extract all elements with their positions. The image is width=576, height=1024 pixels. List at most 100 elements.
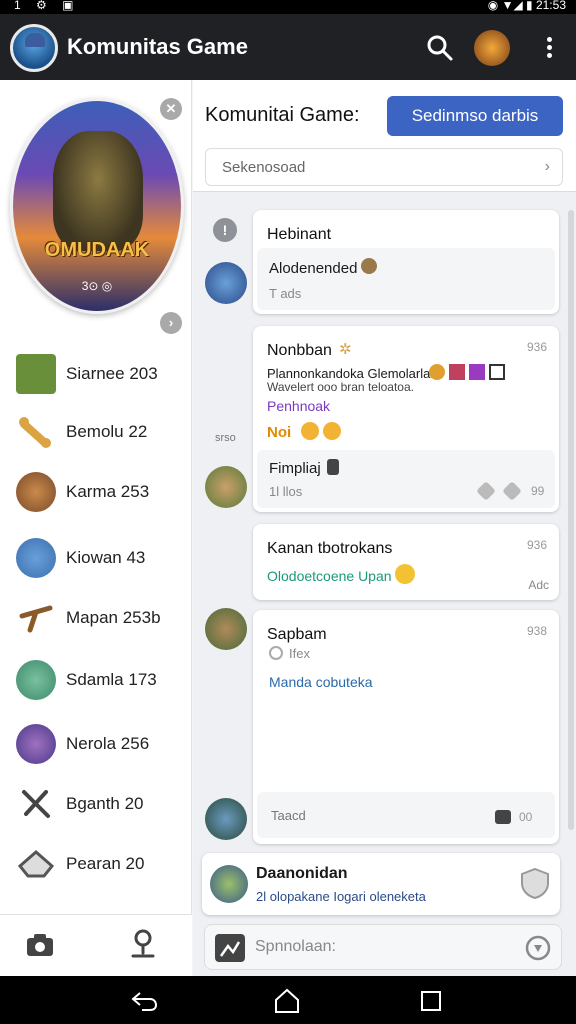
shield-icon[interactable] (520, 867, 550, 899)
post-card[interactable]: Kanan tbotrokans 936 Olodoetcoene Upan A… (253, 524, 559, 600)
sidebar-item[interactable]: Pearan 20 (0, 840, 192, 894)
crossbow-icon (16, 598, 56, 638)
sidebar-item[interactable]: Mapan 253b (0, 594, 192, 648)
hero-badge-icon[interactable]: ✕ (160, 98, 182, 120)
hero-title: OMUDAAK (44, 239, 150, 261)
post-meta: 938 (526, 624, 547, 638)
post-title: Nonbban (267, 342, 332, 359)
more-options-icon[interactable] (540, 34, 558, 62)
post-meta: 936 (526, 340, 547, 354)
footer-card-title: Daanonidan (256, 865, 348, 882)
reply-label: Taacd (271, 808, 306, 823)
community-avatar (210, 865, 248, 903)
post-card[interactable]: Nonbban ✲ 936 Plannonkandoka Glemolarlan… (253, 326, 559, 512)
search-icon[interactable] (426, 34, 454, 62)
sidebar-bottom-bar (0, 914, 192, 976)
sidebar-item[interactable]: Kiowan 43 (0, 534, 192, 588)
side-badge: srso (215, 432, 236, 444)
sidebar-item[interactable]: Bemolu 22 (0, 408, 192, 462)
profile-avatar[interactable] (10, 24, 58, 72)
post-card[interactable]: Hebinant Alodenended T ads (253, 210, 559, 314)
community-header: Komunitai Game: Sedinmso darbis Sekenoso… (193, 80, 576, 192)
reaction-label[interactable]: Noi (267, 424, 291, 441)
archer-avatar-icon (16, 660, 56, 700)
user-avatar[interactable] (205, 466, 247, 508)
sparkle-icon: ✲ (339, 341, 352, 358)
post-line1: Plannonkandoka Glemolarlan (267, 366, 438, 381)
home-icon[interactable] (274, 988, 300, 1014)
helmet-icon (16, 844, 56, 884)
page-title: Komunitai Game: (205, 104, 360, 126)
sidebar-item[interactable]: Bganth 20 (0, 780, 192, 834)
info-icon[interactable]: ! (213, 218, 237, 242)
feed-scrollbar[interactable] (568, 210, 574, 830)
subcard-title: Fimpliaj (269, 460, 321, 477)
post-card[interactable]: Sapbam 938 Ifex Manda cobuteka Taacd 00 (253, 610, 559, 844)
camera-icon[interactable] (26, 933, 54, 957)
community-footer-card[interactable]: Daanonidan 2l olopakane Iogari oleneketa (202, 853, 560, 915)
send-icon[interactable] (525, 935, 551, 961)
emoji-icon (301, 422, 319, 440)
share-icon[interactable] (502, 481, 522, 501)
emoji-icon (449, 364, 465, 380)
sidebar-item-label: Kiowan 43 (66, 548, 146, 567)
primary-action-button[interactable]: Sedinmso darbis (387, 96, 563, 136)
app-title: Komunitas Game (67, 34, 248, 59)
smile-emoji-icon (395, 564, 415, 584)
status-icons-left: 1 ⚙ ▣ (14, 0, 80, 12)
recents-icon[interactable] (420, 990, 442, 1012)
sidebar-item[interactable]: Sdamla 173 (0, 656, 192, 710)
sidebar-item-label: Bganth 20 (66, 794, 144, 813)
post-title: Kanan tbotrokans (267, 540, 393, 557)
subcard-title: Alodenended (269, 260, 358, 277)
image-attach-icon[interactable] (215, 934, 245, 962)
chevron-right-icon: › (544, 158, 550, 175)
sidebar-item-label: Siarnee 203 (66, 364, 158, 383)
sidebar-item[interactable]: Karma 253 (0, 468, 192, 522)
emoji-icon (323, 422, 341, 440)
subcard-detail: T ads (269, 286, 302, 301)
reply-box[interactable]: Taacd 00 (257, 792, 555, 838)
main-content: Komunitai Game: Sedinmso darbis Sekenoso… (193, 80, 576, 976)
message-compose-input[interactable]: Spnnolaan: (204, 924, 562, 970)
status-bar: 1 ⚙ ▣ ◉ ▼◢ ▮ 21:53 (0, 0, 576, 14)
edit-icon[interactable] (476, 481, 496, 501)
sidebar-item-label: Nerola 256 (66, 734, 150, 753)
user-avatar[interactable] (205, 798, 247, 840)
sword-icon (16, 784, 56, 824)
game-icon[interactable] (474, 30, 510, 66)
emoji-row (429, 364, 505, 380)
compose-placeholder: Spnnolaan: (255, 938, 336, 955)
search-placeholder: Sekenosoad (222, 159, 306, 176)
footer-card-subtitle: 2l olopakane Iogari oleneketa (256, 889, 426, 904)
attachment-icon[interactable] (495, 810, 511, 824)
user-avatar[interactable] (205, 608, 247, 650)
post-link[interactable]: Manda cobuteka (269, 674, 373, 690)
badge-icon (327, 459, 339, 475)
post-tag[interactable]: Penhnoak (267, 398, 330, 414)
bone-icon (16, 412, 56, 452)
warrior-illustration (53, 131, 143, 251)
game-thumb-icon (16, 354, 56, 394)
user-avatar[interactable] (205, 262, 247, 304)
featured-hero-image[interactable]: OMUDAAK 3⊙ ◎ (10, 98, 184, 314)
sidebar-item[interactable]: Siarnee 203 (0, 350, 192, 404)
post-subcard[interactable]: Fimpliaj 1l llos 99 (257, 450, 555, 508)
post-line2: Wavelert ooo bran teloatoa. (267, 380, 414, 394)
location-pin-icon[interactable] (130, 929, 156, 959)
sidebar: OMUDAAK 3⊙ ◎ ✕ › Siarnee 203 Bemolu 22 K… (0, 80, 192, 976)
heart-icon (469, 364, 485, 380)
sidebar-item-label: Sdamla 173 (66, 670, 157, 689)
search-input[interactable]: Sekenosoad › (205, 148, 563, 186)
back-icon[interactable] (130, 990, 158, 1012)
clock-icon (269, 646, 283, 660)
post-subcard[interactable]: Alodenended T ads (257, 248, 555, 310)
chevron-right-icon[interactable]: › (160, 312, 182, 334)
app-bar: Komunitas Game (0, 14, 576, 80)
hero-avatar-icon (16, 472, 56, 512)
post-sub: Ifex (289, 646, 310, 661)
sidebar-item[interactable]: Nerola 256 (0, 720, 192, 774)
status-icons-right: ◉ ▼◢ ▮ 21:53 (487, 0, 566, 12)
post-meta: 936 (526, 538, 547, 552)
sidebar-item-label: Bemolu 22 (66, 422, 148, 441)
